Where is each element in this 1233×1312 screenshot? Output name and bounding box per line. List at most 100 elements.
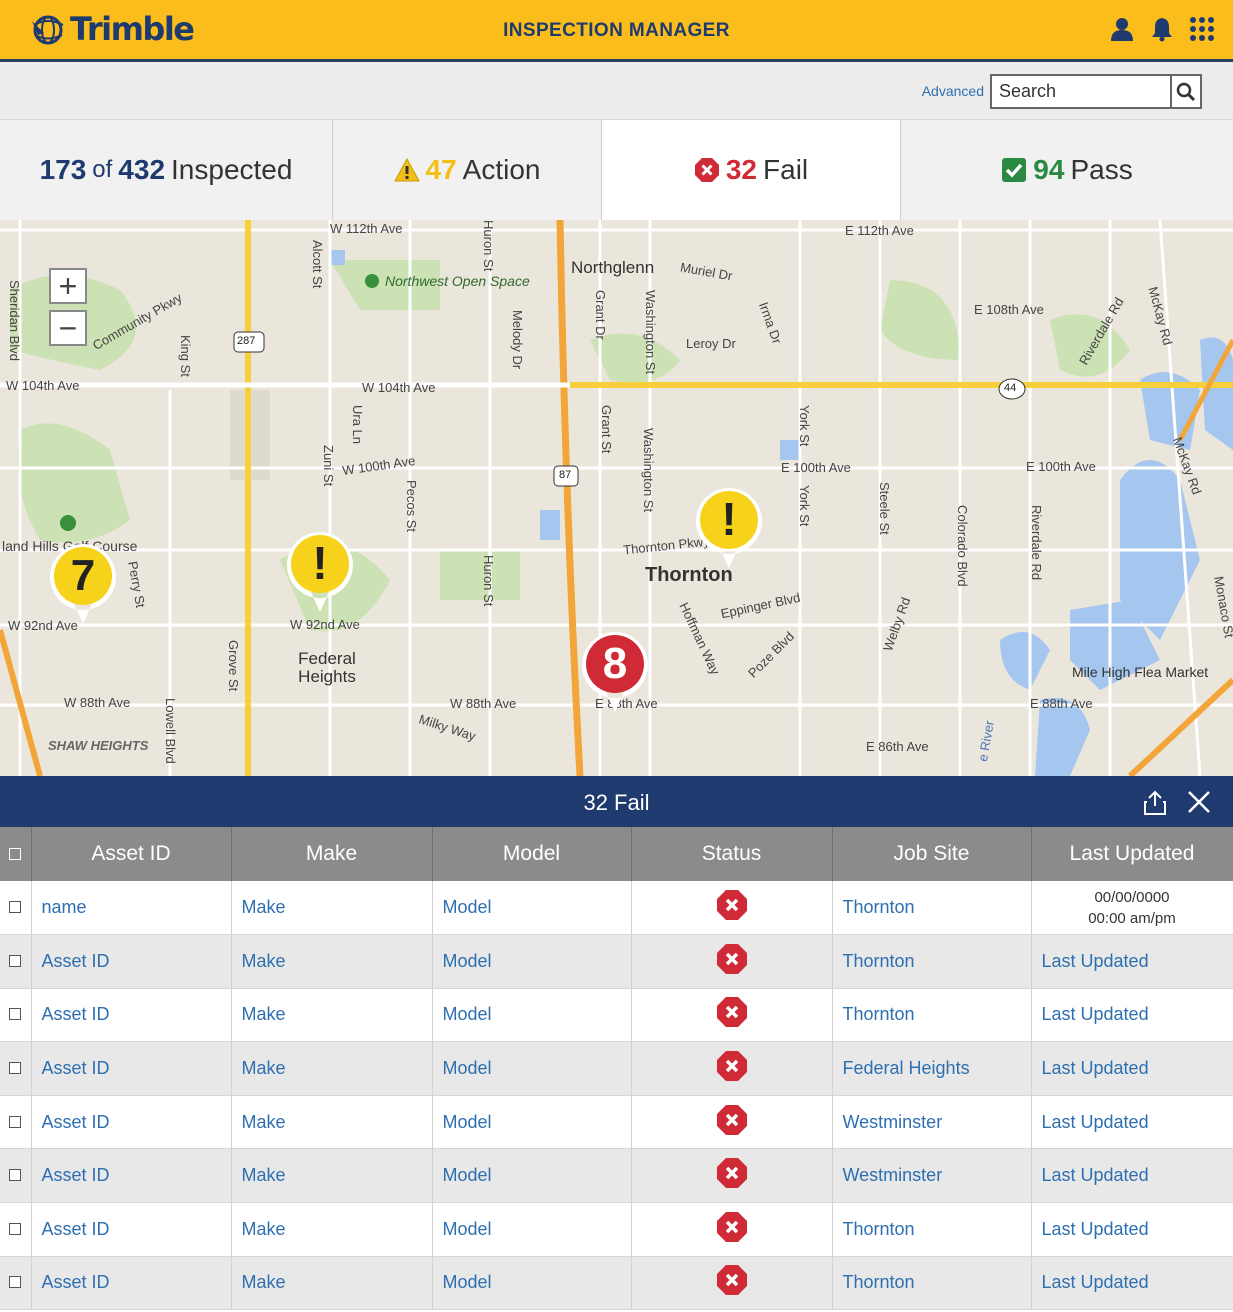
row-checkbox[interactable] xyxy=(9,1062,22,1075)
column-header-last-updated[interactable]: Last Updated xyxy=(1031,827,1233,881)
action-marker[interactable]: ! xyxy=(285,530,355,616)
asset-id-link[interactable]: Asset ID xyxy=(31,1148,232,1204)
table-row[interactable]: Asset ID Make Model Thornton Last Update… xyxy=(0,934,1233,989)
fail-status-icon xyxy=(716,1104,747,1135)
panel-title: 32 Fail xyxy=(583,790,650,815)
job-site-link[interactable]: Thornton xyxy=(832,1202,1032,1257)
row-checkbox[interactable] xyxy=(9,1276,22,1289)
last-updated[interactable]: Last Updated xyxy=(1031,934,1233,989)
map-label: Colorado Blvd xyxy=(955,505,970,587)
last-updated-time: 00:00 am/pm xyxy=(1088,909,1176,927)
job-site-link[interactable]: Thornton xyxy=(832,988,1032,1043)
cluster-marker-action[interactable]: 7 xyxy=(48,542,118,628)
model-link[interactable]: Model xyxy=(432,1148,632,1204)
status-cell xyxy=(631,1041,833,1096)
make-link[interactable]: Make xyxy=(231,988,433,1043)
last-updated[interactable]: Last Updated xyxy=(1031,1256,1233,1311)
asset-id-link[interactable]: Asset ID xyxy=(31,1256,232,1311)
job-site-link[interactable]: Westminster xyxy=(832,1095,1032,1150)
last-updated[interactable]: Last Updated xyxy=(1031,1041,1233,1096)
table-row[interactable]: Asset ID Make Model Westminster Last Upd… xyxy=(0,1095,1233,1150)
job-site-link[interactable]: Thornton xyxy=(832,881,1032,936)
row-checkbox[interactable] xyxy=(9,901,22,914)
column-header-status[interactable]: Status xyxy=(631,827,833,881)
map-label: Washington St xyxy=(641,428,656,513)
table-row[interactable]: Asset ID Make Model Thornton Last Update… xyxy=(0,1256,1233,1311)
model-link[interactable]: Model xyxy=(432,1041,632,1096)
search-button[interactable] xyxy=(1170,76,1200,107)
table-row[interactable]: name Make Model Thornton 00/00/0000 00:00… xyxy=(0,881,1233,936)
map-label: E 88th Ave xyxy=(1030,696,1093,711)
make-link[interactable]: Make xyxy=(231,1256,433,1311)
make-link[interactable]: Make xyxy=(231,1095,433,1150)
job-site-link[interactable]: Westminster xyxy=(832,1148,1032,1204)
user-icon[interactable] xyxy=(1109,16,1135,42)
tab-pass[interactable]: 94 Pass xyxy=(901,120,1233,220)
action-label: Action xyxy=(462,154,541,185)
asset-id-link[interactable]: Asset ID xyxy=(31,1202,232,1257)
asset-id-link[interactable]: Asset ID xyxy=(31,1095,232,1150)
make-link[interactable]: Make xyxy=(231,1202,433,1257)
advanced-search-link[interactable]: Advanced xyxy=(922,83,984,99)
model-link[interactable]: Model xyxy=(432,1095,632,1150)
model-link[interactable]: Model xyxy=(432,934,632,989)
asset-id-link[interactable]: name xyxy=(31,881,232,936)
search-input[interactable] xyxy=(992,76,1172,107)
map-label: E 108th Ave xyxy=(974,302,1044,317)
status-cell xyxy=(631,934,833,989)
last-updated[interactable]: Last Updated xyxy=(1031,1202,1233,1257)
share-export-icon[interactable] xyxy=(1143,790,1167,816)
tab-inspected[interactable]: 173 of 432 Inspected xyxy=(0,120,333,220)
map-view[interactable]: + − W 112th Ave E 112th Ave Northglenn M… xyxy=(0,220,1233,776)
model-link[interactable]: Model xyxy=(432,1202,632,1257)
make-link[interactable]: Make xyxy=(231,1041,433,1096)
model-link[interactable]: Model xyxy=(432,988,632,1043)
search-icon xyxy=(1176,82,1196,101)
select-all-cell[interactable] xyxy=(0,827,32,881)
make-link[interactable]: Make xyxy=(231,934,433,989)
last-updated[interactable]: Last Updated xyxy=(1031,1148,1233,1204)
row-checkbox[interactable] xyxy=(9,1169,22,1182)
column-header-job-site[interactable]: Job Site xyxy=(832,827,1032,881)
job-site-link[interactable]: Federal Heights xyxy=(832,1041,1032,1096)
make-link[interactable]: Make xyxy=(231,881,433,936)
close-icon[interactable] xyxy=(1187,790,1211,814)
row-checkbox[interactable] xyxy=(9,1008,22,1021)
job-site-link[interactable]: Thornton xyxy=(832,1256,1032,1311)
fail-label: Fail xyxy=(763,154,809,185)
apps-grid-icon[interactable] xyxy=(1189,16,1215,42)
last-updated[interactable]: Last Updated xyxy=(1031,988,1233,1043)
asset-id-link[interactable]: Asset ID xyxy=(31,934,232,989)
column-header-asset-id[interactable]: Asset ID xyxy=(31,827,232,881)
map-label: W 88th Ave xyxy=(64,695,131,710)
tab-action[interactable]: 47 Action xyxy=(333,120,602,220)
model-link[interactable]: Model xyxy=(432,1256,632,1311)
asset-id-link[interactable]: Asset ID xyxy=(31,988,232,1043)
row-checkbox[interactable] xyxy=(9,1222,22,1235)
row-checkbox[interactable] xyxy=(9,954,22,967)
last-updated[interactable]: Last Updated xyxy=(1031,1095,1233,1150)
make-link[interactable]: Make xyxy=(231,1148,433,1204)
column-header-make[interactable]: Make xyxy=(231,827,433,881)
fail-status-icon xyxy=(716,1211,747,1242)
job-site-link[interactable]: Thornton xyxy=(832,934,1032,989)
table-row[interactable]: Asset ID Make Model Thornton Last Update… xyxy=(0,988,1233,1043)
row-checkbox[interactable] xyxy=(9,1115,22,1128)
map-label: King St xyxy=(178,335,193,377)
zoom-out-button[interactable]: − xyxy=(49,310,87,346)
asset-id-link[interactable]: Asset ID xyxy=(31,1041,232,1096)
column-header-model[interactable]: Model xyxy=(432,827,632,881)
table-header-row: Asset ID Make Model Status Job Site Last… xyxy=(0,827,1233,881)
map-label: York St xyxy=(797,405,812,447)
tab-fail[interactable]: 32 Fail xyxy=(602,120,901,220)
zoom-in-button[interactable]: + xyxy=(49,268,87,304)
select-all-checkbox[interactable] xyxy=(9,848,22,860)
action-marker[interactable]: ! xyxy=(694,486,764,572)
model-link[interactable]: Model xyxy=(432,881,632,936)
table-row[interactable]: Asset ID Make Model Thornton Last Update… xyxy=(0,1202,1233,1257)
cluster-marker-fail[interactable]: 8 xyxy=(580,630,650,716)
table-row[interactable]: Asset ID Make Model Westminster Last Upd… xyxy=(0,1148,1233,1204)
table-row[interactable]: Asset ID Make Model Federal Heights Last… xyxy=(0,1041,1233,1096)
map-label: Steele St xyxy=(877,482,892,535)
bell-icon[interactable] xyxy=(1149,16,1175,42)
